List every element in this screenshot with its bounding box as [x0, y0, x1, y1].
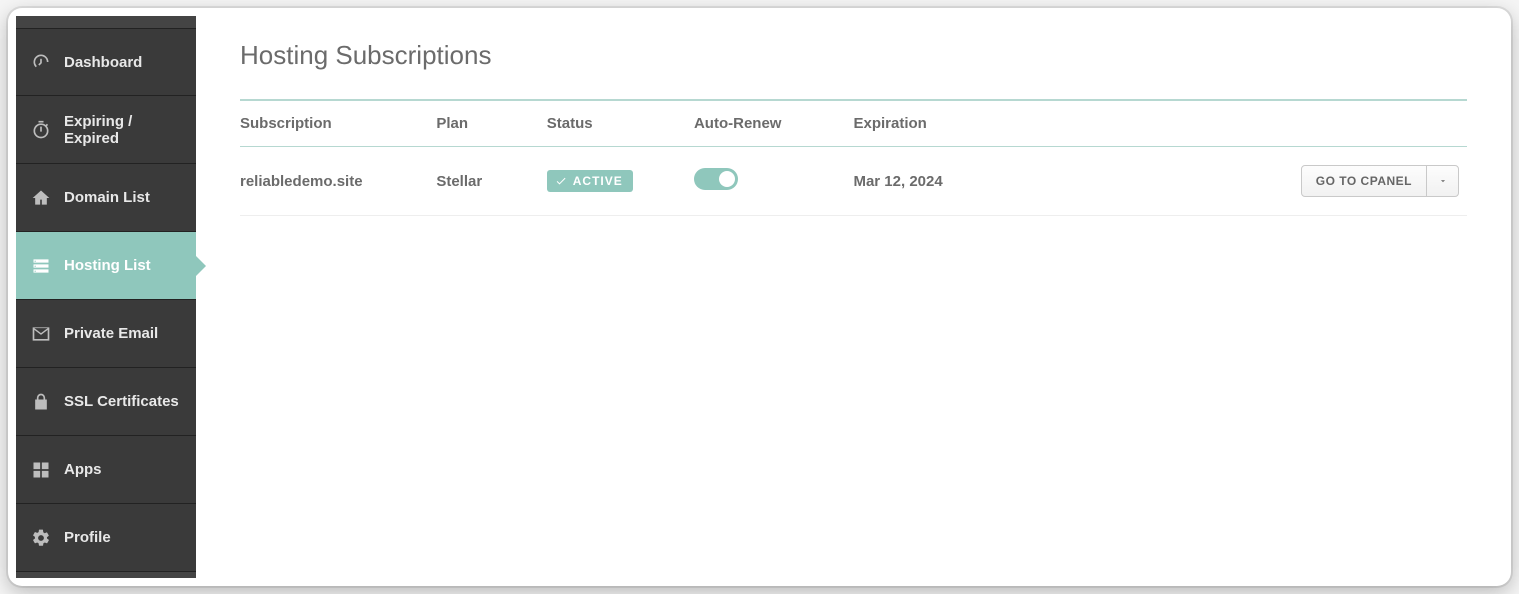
status-badge: ACTIVE	[547, 170, 633, 192]
check-icon	[555, 175, 567, 187]
sidebar-item-label: Private Email	[64, 325, 158, 342]
table-header-row: Subscription Plan Status Auto-Renew Expi…	[240, 100, 1467, 147]
status-badge-label: ACTIVE	[573, 174, 623, 188]
sidebar-item-expiring[interactable]: Expiring / Expired	[16, 96, 196, 164]
header-plan: Plan	[436, 100, 546, 147]
home-icon	[30, 187, 52, 209]
sidebar-item-label: Domain List	[64, 189, 150, 206]
header-actions	[1123, 100, 1467, 147]
sidebar-item-profile[interactable]: Profile	[16, 504, 196, 572]
main-content: Hosting Subscriptions Subscription Plan …	[196, 8, 1511, 586]
cpanel-button-group: GO TO CPANEL	[1301, 165, 1459, 197]
sidebar-item-hosting-list[interactable]: Hosting List	[16, 232, 196, 300]
gauge-icon	[30, 51, 52, 73]
server-icon	[30, 255, 52, 277]
cell-plan: Stellar	[436, 147, 546, 216]
sidebar-item-dashboard[interactable]: Dashboard	[16, 28, 196, 96]
cell-autorenew	[694, 147, 854, 216]
sidebar-item-label: Apps	[64, 461, 102, 478]
page-title: Hosting Subscriptions	[240, 40, 1467, 71]
header-status: Status	[547, 100, 694, 147]
table-row: reliabledemo.site Stellar ACTIVE Mar 12,…	[240, 147, 1467, 216]
cell-subscription: reliabledemo.site	[240, 147, 436, 216]
sidebar: Dashboard Expiring / Expired Domain List…	[16, 16, 196, 578]
sidebar-item-private-email[interactable]: Private Email	[16, 300, 196, 368]
gear-icon	[30, 527, 52, 549]
header-subscription: Subscription	[240, 100, 436, 147]
header-autorenew: Auto-Renew	[694, 100, 854, 147]
subscriptions-table: Subscription Plan Status Auto-Renew Expi…	[240, 99, 1467, 216]
app-window: Dashboard Expiring / Expired Domain List…	[8, 8, 1511, 586]
cell-actions: GO TO CPANEL	[1123, 147, 1467, 216]
stopwatch-icon	[30, 119, 52, 141]
apps-icon	[30, 459, 52, 481]
cpanel-dropdown-button[interactable]	[1426, 166, 1458, 196]
autorenew-toggle[interactable]	[694, 168, 738, 190]
sidebar-item-label: SSL Certificates	[64, 393, 179, 410]
sidebar-item-domain-list[interactable]: Domain List	[16, 164, 196, 232]
header-expiration: Expiration	[853, 100, 1123, 147]
sidebar-item-label: Hosting List	[64, 257, 151, 274]
sidebar-item-label: Profile	[64, 529, 111, 546]
go-to-cpanel-button[interactable]: GO TO CPANEL	[1302, 166, 1426, 196]
lock-icon	[30, 391, 52, 413]
chevron-down-icon	[1438, 176, 1448, 186]
sidebar-item-ssl-certificates[interactable]: SSL Certificates	[16, 368, 196, 436]
sidebar-item-label: Expiring / Expired	[64, 113, 182, 147]
sidebar-item-apps[interactable]: Apps	[16, 436, 196, 504]
sidebar-item-label: Dashboard	[64, 54, 142, 71]
mail-icon	[30, 323, 52, 345]
cell-expiration: Mar 12, 2024	[853, 147, 1123, 216]
cell-status: ACTIVE	[547, 147, 694, 216]
